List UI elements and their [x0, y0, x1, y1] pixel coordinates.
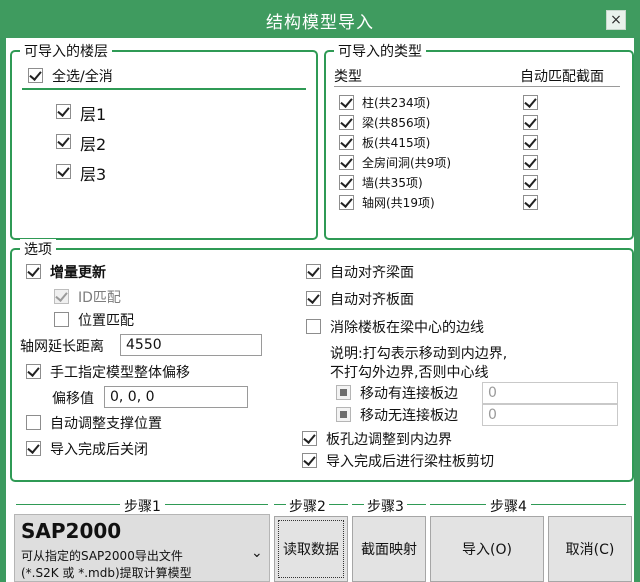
type-beam-label: 梁(共856项): [362, 116, 431, 130]
select-all-checkbox[interactable]: [28, 68, 43, 83]
type-room-hole-label: 全房间洞(共9项): [362, 156, 451, 170]
type-room-hole-auto-checkbox[interactable]: [523, 155, 538, 170]
type-slab-label: 板(共415项): [362, 136, 431, 150]
data-source-selector[interactable]: SAP2000 可从指定的SAP2000导出文件 (*.S2K 或 *.mdb)…: [14, 514, 270, 582]
cancel-button[interactable]: 取消(C): [548, 516, 632, 582]
offset-value-label: 偏移值: [52, 391, 94, 407]
offset-value-input[interactable]: 0, 0, 0: [104, 386, 248, 408]
floors-divider: [22, 88, 306, 90]
move-unconnected-slab-checkbox[interactable]: [336, 407, 351, 422]
floor-2-checkbox[interactable]: [56, 134, 71, 149]
note-line-2: 不打勾外边界,否则中心线: [330, 365, 489, 381]
type-slab-checkbox[interactable]: [339, 135, 354, 150]
read-data-button[interactable]: 读取数据: [274, 516, 348, 582]
move-unconnected-slab-input[interactable]: 0: [482, 404, 618, 426]
types-legend: 可导入的类型: [334, 41, 426, 61]
type-axis-grid-label: 轴网(共19项): [362, 196, 435, 210]
close-icon[interactable]: ×: [606, 10, 626, 30]
select-all-label: 全选/全消: [52, 69, 113, 85]
chevron-down-icon: ⌄: [251, 545, 263, 561]
type-wall-label: 墙(共35项): [362, 176, 423, 190]
section-mapping-button[interactable]: 截面映射: [352, 516, 426, 582]
auto-adjust-support-checkbox[interactable]: [26, 415, 41, 430]
step4-label: 步骤4: [486, 496, 531, 516]
type-slab-auto-checkbox[interactable]: [523, 135, 538, 150]
type-beam-checkbox[interactable]: [339, 115, 354, 130]
step2-label: 步骤2: [286, 496, 329, 516]
source-desc-1: 可从指定的SAP2000导出文件: [21, 549, 183, 563]
manual-offset-checkbox[interactable]: [26, 364, 41, 379]
auto-adjust-support-label: 自动调整支撑位置: [50, 416, 162, 432]
align-slab-top-label: 自动对齐板面: [330, 292, 414, 308]
floor-1-checkbox[interactable]: [56, 104, 71, 119]
note-line-1: 说明:打勾表示移动到内边界,: [330, 346, 508, 362]
floor-3-checkbox[interactable]: [56, 164, 71, 179]
incremental-update-label: 增量更新: [50, 265, 106, 281]
eliminate-slab-edge-label: 消除楼板在梁中心的边线: [330, 320, 484, 336]
types-divider: [334, 86, 620, 87]
floor-3-label: 层3: [80, 165, 107, 184]
cut-after-import-checkbox[interactable]: [302, 453, 317, 468]
manual-offset-label: 手工指定模型整体偏移: [50, 365, 190, 381]
floors-legend: 可导入的楼层: [20, 41, 112, 61]
position-match-checkbox[interactable]: [54, 312, 69, 327]
axis-extend-input[interactable]: 4550: [120, 334, 262, 356]
type-room-hole-checkbox[interactable]: [339, 155, 354, 170]
floor-1-label: 层1: [80, 105, 107, 124]
move-connected-slab-checkbox[interactable]: [336, 385, 351, 400]
align-beam-top-label: 自动对齐梁面: [330, 265, 414, 281]
align-beam-top-checkbox[interactable]: [306, 264, 321, 279]
source-title: SAP2000: [21, 519, 122, 543]
type-column-checkbox[interactable]: [339, 95, 354, 110]
type-axis-grid-checkbox[interactable]: [339, 195, 354, 210]
types-col-type: 类型: [334, 69, 362, 85]
source-desc-2: (*.S2K 或 *.mdb)提取计算模型: [21, 566, 192, 580]
window-title: 结构模型导入: [266, 13, 374, 33]
incremental-update-checkbox[interactable]: [26, 264, 41, 279]
options-legend: 选项: [20, 239, 56, 259]
move-connected-slab-input[interactable]: 0: [482, 382, 618, 404]
adjust-hole-edge-checkbox[interactable]: [302, 431, 317, 446]
cut-after-import-label: 导入完成后进行梁柱板剪切: [326, 454, 494, 470]
types-col-auto-section: 自动匹配截面: [520, 69, 604, 85]
id-match-label: ID匹配: [78, 290, 121, 306]
import-button[interactable]: 导入(O): [430, 516, 544, 582]
axis-extend-label: 轴网延长距离: [20, 339, 104, 355]
position-match-label: 位置匹配: [78, 313, 134, 329]
eliminate-slab-edge-checkbox[interactable]: [306, 319, 321, 334]
step3-label: 步骤3: [364, 496, 407, 516]
align-slab-top-checkbox[interactable]: [306, 291, 321, 306]
type-beam-auto-checkbox[interactable]: [523, 115, 538, 130]
move-connected-slab-label: 移动有连接板边: [360, 386, 458, 402]
id-match-checkbox[interactable]: [54, 289, 69, 304]
steps-footer: 步骤1 步骤2 步骤3 步骤4 SAP2000 可从指定的SAP2000导出文件…: [6, 486, 634, 582]
type-axis-grid-auto-checkbox[interactable]: [523, 195, 538, 210]
close-after-import-label: 导入完成后关闭: [50, 442, 148, 458]
move-unconnected-slab-label: 移动无连接板边: [360, 408, 458, 424]
type-wall-auto-checkbox[interactable]: [523, 175, 538, 190]
close-after-import-checkbox[interactable]: [26, 441, 41, 456]
floor-2-label: 层2: [80, 135, 107, 154]
step1-label: 步骤1: [120, 496, 165, 516]
adjust-hole-edge-label: 板孔边调整到内边界: [326, 432, 452, 448]
type-column-auto-checkbox[interactable]: [523, 95, 538, 110]
type-column-label: 柱(共234项): [362, 96, 431, 110]
title-bar: 结构模型导入 ×: [0, 0, 640, 38]
dialog-window: 结构模型导入 × 可导入的楼层 全选/全消 层1 层2 层3 可导入的类型 类型…: [0, 0, 640, 582]
type-wall-checkbox[interactable]: [339, 175, 354, 190]
